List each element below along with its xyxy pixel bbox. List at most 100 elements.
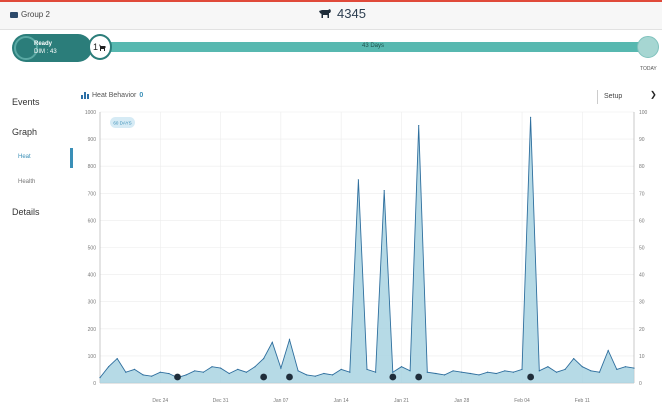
data-point <box>228 372 230 375</box>
sidebar-item-events[interactable]: Events <box>12 97 40 107</box>
data-point <box>202 371 204 373</box>
x-tick-label: Feb 11 <box>575 398 590 404</box>
chevron-down-icon[interactable]: ❯ <box>650 90 657 99</box>
y-tick-left: 200 <box>88 327 97 333</box>
data-point <box>108 366 110 368</box>
data-point <box>616 368 618 370</box>
event-icon-4 <box>389 373 397 381</box>
y-tick-right: 10 <box>639 354 645 360</box>
group-label: Group 2 <box>21 10 50 19</box>
data-point <box>435 372 437 375</box>
sidebar: Events Graph Heat Health Details <box>0 88 74 408</box>
y-tick-left: 700 <box>88 191 97 197</box>
data-point <box>383 190 385 192</box>
panel-title: Heat Behavior 0 <box>81 91 143 99</box>
days-label: 43 Days <box>362 43 385 49</box>
animal-header: 4345 <box>318 6 366 21</box>
data-point <box>547 366 549 368</box>
data-point <box>254 366 256 368</box>
bar-chart-icon <box>81 91 89 99</box>
x-tick-label: Dec 31 <box>213 398 229 404</box>
data-point <box>555 371 558 373</box>
y-tick-left: 800 <box>88 164 97 170</box>
data-point <box>99 377 101 379</box>
data-point <box>194 370 196 372</box>
data-point <box>288 339 291 341</box>
data-point <box>159 371 161 373</box>
x-tick-label: Jan 21 <box>394 398 409 404</box>
data-point <box>418 125 420 127</box>
y-tick-right: 100 <box>639 110 648 116</box>
y-tick-right: 20 <box>639 327 645 333</box>
data-point <box>573 358 575 360</box>
event-icon-5 <box>415 373 423 381</box>
cow-icon <box>319 9 331 18</box>
data-point <box>392 371 394 373</box>
y-tick-left: 500 <box>88 246 97 252</box>
active-indicator <box>70 148 73 168</box>
animal-id: 4345 <box>337 6 366 21</box>
current-marker[interactable]: 1 <box>88 34 112 60</box>
status-badge: Ready DIM : 43 <box>12 34 92 62</box>
data-point <box>245 371 247 373</box>
x-tick-label: Dec 24 <box>152 398 168 404</box>
data-point <box>478 374 480 376</box>
y-tick-left: 0 <box>93 381 96 387</box>
status-title: Ready <box>34 41 53 47</box>
progress-track: 43 Days <box>94 42 646 52</box>
y-tick-left: 100 <box>88 354 97 360</box>
data-point <box>581 366 583 368</box>
data-point <box>469 372 471 375</box>
setup-button[interactable]: Setup <box>597 90 647 104</box>
status-ring <box>14 36 38 60</box>
data-point <box>297 370 299 372</box>
y-tick-left: 900 <box>88 137 97 143</box>
y-tick-right: 50 <box>639 246 645 252</box>
sidebar-item-health[interactable]: Health <box>18 179 35 185</box>
top-bar: Group 2 4345 <box>0 0 662 30</box>
data-point <box>280 367 282 369</box>
event-icon-2 <box>260 373 268 381</box>
sidebar-item-heat[interactable]: Heat <box>18 154 31 160</box>
data-point <box>521 368 523 370</box>
x-tick-label: Jan 28 <box>454 398 469 404</box>
calf-icon <box>99 44 106 51</box>
y-tick-right: 60 <box>639 218 645 224</box>
heat-area <box>100 117 634 384</box>
data-point <box>116 358 118 360</box>
y-tick-left: 400 <box>88 273 97 279</box>
data-point <box>142 374 144 376</box>
panel-title-count: 0 <box>139 91 144 99</box>
sidebar-item-details[interactable]: Details <box>12 207 40 217</box>
data-point <box>607 349 609 352</box>
heat-panel: Heat Behavior 0 Setup ❯ 0 0 100 10 200 20 300 3… <box>74 88 662 413</box>
data-point <box>314 375 316 377</box>
data-point <box>564 368 566 370</box>
y-tick-right: 70 <box>639 191 645 197</box>
data-point <box>366 368 368 370</box>
data-point <box>340 368 342 370</box>
sidebar-item-graph[interactable]: Graph <box>12 127 37 137</box>
x-tick-label: Feb 04 <box>514 398 530 404</box>
heat-chart: 0 0 100 10 200 20 300 30 400 40 500 50 600 60 700 70 800… <box>85 110 648 404</box>
event-icon-6 <box>527 373 535 381</box>
range-badge-label: 60 DAYS <box>113 121 131 126</box>
event-icon-3 <box>286 373 293 381</box>
data-point <box>590 370 592 372</box>
folder-icon <box>10 11 18 18</box>
data-point <box>211 366 213 368</box>
x-tick-label: Jan 14 <box>334 398 349 404</box>
y-tick-right: 40 <box>639 273 645 279</box>
data-point <box>323 372 325 375</box>
panel-title-text: Heat Behavior <box>92 91 137 99</box>
data-point <box>271 341 273 343</box>
data-point <box>400 366 403 368</box>
y-tick-right: 30 <box>639 300 645 306</box>
data-point <box>598 371 601 373</box>
data-point <box>125 371 127 373</box>
data-point <box>151 375 153 377</box>
group-selector[interactable]: Group 2 <box>10 10 50 19</box>
data-point <box>504 370 506 372</box>
data-point <box>133 368 136 370</box>
y-tick-left: 600 <box>88 218 97 224</box>
